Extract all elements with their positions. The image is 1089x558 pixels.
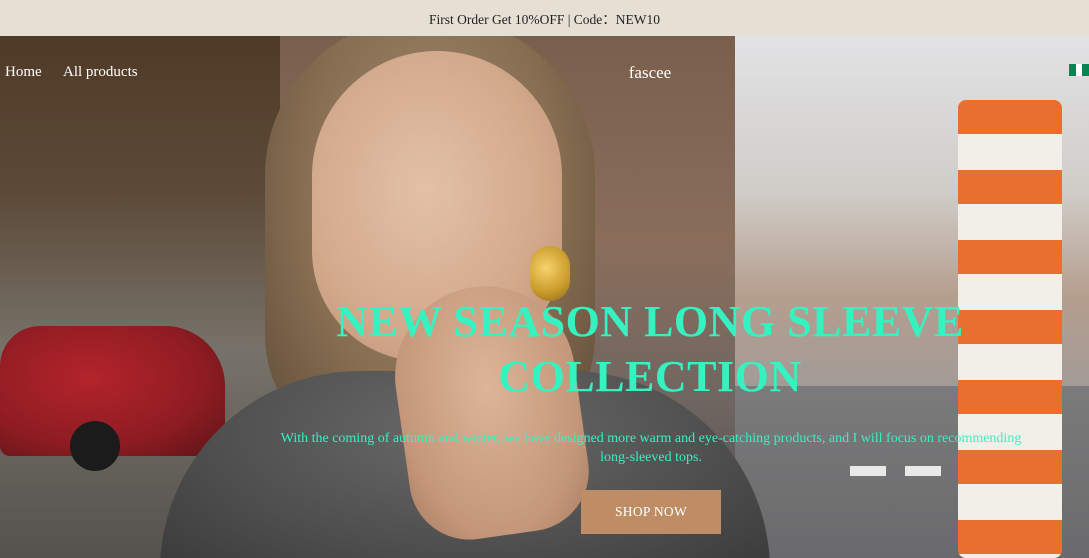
- announcement-text: First Order Get 10%OFF | Code：NEW10: [428, 12, 661, 27]
- nav-link-home[interactable]: Home: [5, 64, 42, 81]
- nav-link-all-products[interactable]: All products: [63, 64, 138, 81]
- hero-banner: NEW SEASON LONG SLEEVE COLLECTION With t…: [0, 36, 1089, 558]
- shop-now-button[interactable]: SHOP NOW: [581, 490, 721, 534]
- crosswalk-stripe: [905, 466, 941, 476]
- car-wheel-image: [70, 421, 120, 471]
- announcement-bar: First Order Get 10%OFF | Code：NEW10: [0, 0, 1089, 36]
- hero-headline: NEW SEASON LONG SLEEVE COLLECTION: [336, 297, 964, 401]
- site-header: Home All products fascee: [0, 36, 1089, 110]
- gold-earring-image: [530, 246, 570, 301]
- brand-logo[interactable]: fascee: [600, 63, 700, 83]
- crosswalk-stripe: [850, 466, 886, 476]
- nigeria-flag-icon[interactable]: [1069, 64, 1089, 76]
- hero-subtext: With the coming of autumn and winter, we…: [280, 431, 1022, 465]
